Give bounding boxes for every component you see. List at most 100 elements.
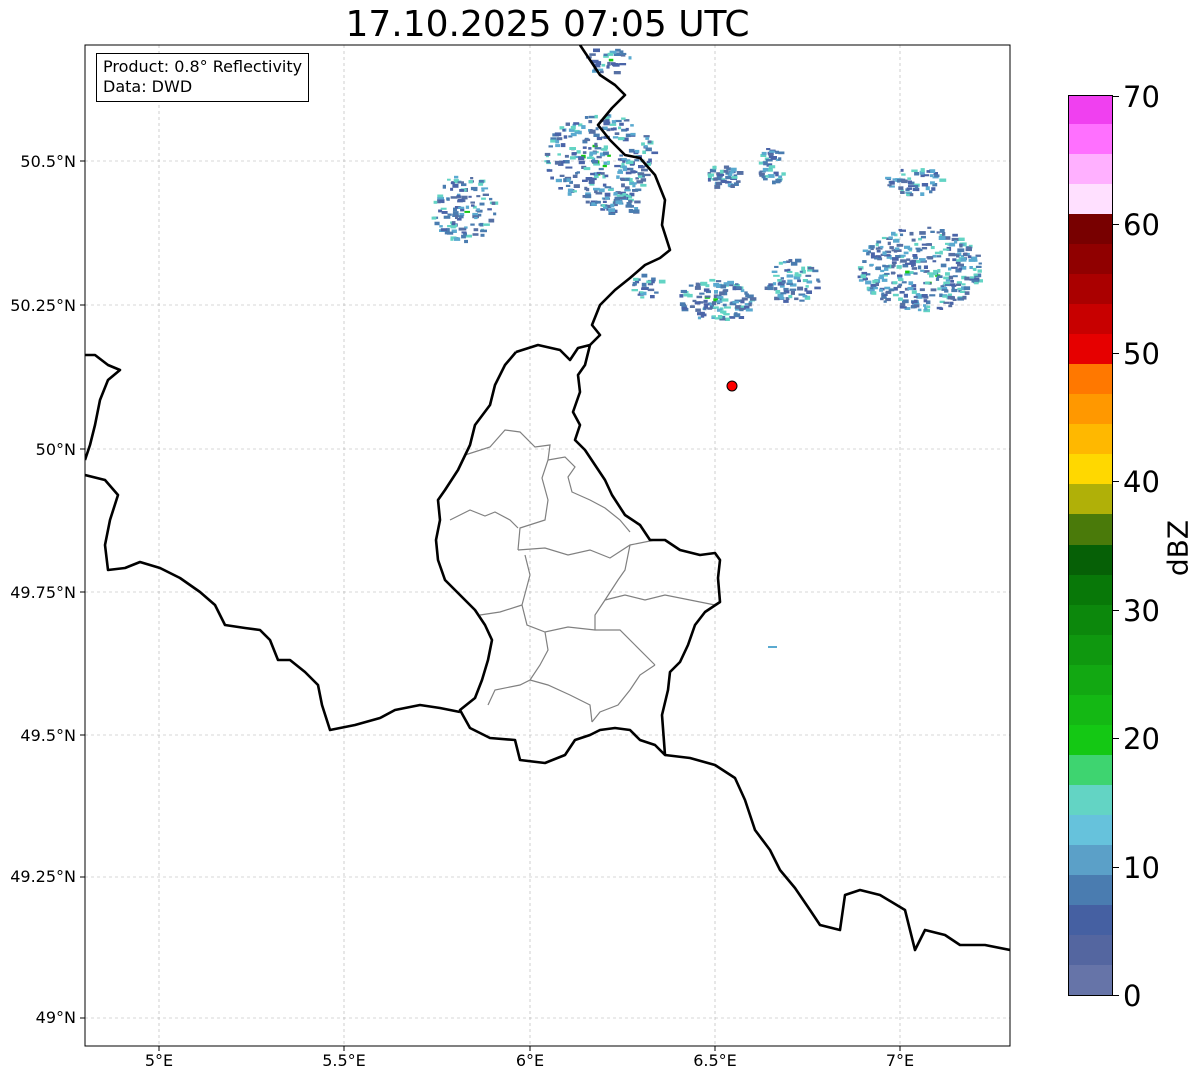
echo-cell [704,295,711,298]
echo-cell [699,292,705,295]
echo-cell [761,151,767,156]
echo-cell [629,178,633,182]
echo-cell [778,175,783,178]
echo-cell [630,132,636,136]
echo-cell [604,174,609,178]
info-box: Product: 0.8° Reflectivity Data: DWD [96,53,310,102]
echo-cell [470,177,474,180]
colorbar-segment [1069,96,1112,125]
echo-cell [612,136,619,139]
echo-cell [640,292,646,296]
echo-cell [748,302,752,307]
echo-cell [696,283,701,287]
echo-cell [876,249,881,253]
echo-cell [914,242,919,246]
echo-cell [941,288,948,291]
echo-cell [591,159,595,163]
echo-cell [923,265,928,269]
echo-cell [938,236,946,240]
echo-cell [603,121,611,126]
echo-cell [740,305,744,308]
echo-cell [919,288,925,292]
echo-cell [951,288,958,293]
echo-cell [546,169,553,172]
colorbar-segment [1069,483,1112,515]
colorbar-segment [1069,453,1112,485]
echo-cell [438,209,443,213]
echo-cell [565,184,571,187]
echo-cell [975,254,981,257]
echo-cell [926,305,931,309]
echo-cell [548,145,553,148]
echo-cell [558,187,563,190]
echo-cell [567,188,573,193]
lon-label-7: 7°E [885,1051,915,1070]
colorbar-segment [1069,964,1112,995]
echo-cell [591,129,596,134]
echo-cell [881,292,885,296]
echo-cell [658,279,666,284]
echo-cell [688,284,694,287]
colorbar-tick [1113,738,1119,739]
lon-label-6: 6°E [515,1051,545,1070]
echo-cell [627,160,634,164]
colorbar-segment [1069,814,1112,845]
echo-cell [593,163,601,166]
echo-cell [952,258,957,262]
echo-cell [483,223,490,226]
echo-cell [584,116,589,119]
echo-cell [926,170,931,173]
colorbar-segment [1069,513,1112,545]
echo-cell [900,306,907,309]
echo-cell [962,295,967,300]
echo-cell [478,182,484,186]
echo-cell [973,273,978,276]
echo-cell [609,123,617,126]
echo-cell [602,164,607,168]
echo-cell [875,247,880,250]
echo-cell [593,48,600,53]
colorbar-segment [1069,153,1112,185]
echo-cell [939,250,943,255]
echo-cell [601,204,606,207]
echo-cell [801,266,806,271]
echo-cell [733,313,741,318]
colorbar-label-30: 30 [1123,594,1160,628]
echo-cell [880,269,885,273]
echo-cell [768,283,774,286]
echo-cell [697,316,701,320]
echo-cell [641,282,647,287]
colorbar-tick [1113,353,1119,354]
echo-cell [956,283,962,286]
echo-cell [952,275,958,278]
echo-cell [610,127,615,131]
echo-cell [613,192,618,195]
echo-cell [641,168,648,172]
echo-cell [590,172,595,176]
echo-cell [476,195,481,198]
echo-cell [465,205,470,209]
colorbar-segment [1069,423,1112,455]
echo-cell [778,151,785,155]
echo-cell [899,291,905,294]
echo-cell [588,147,592,150]
echo-cell [642,150,646,154]
echo-cell [913,295,918,298]
echo-cell [778,261,783,265]
echo-cell [949,301,954,305]
echo-cell [796,273,802,277]
echo-cell [881,278,888,282]
echo-cell [951,284,957,287]
colorbar-label-20: 20 [1123,722,1160,756]
echo-cell [898,297,903,301]
echo-cell [716,300,723,303]
lon-label-6-5: 6.5°E [693,1051,737,1070]
echo-cell [722,303,727,307]
echo-cell [625,177,630,181]
echo-cell [582,146,587,149]
colorbar-segment [1069,273,1112,305]
echo-cell [628,56,632,60]
echo-cell [892,293,899,297]
echo-cell [447,213,452,216]
echo-cell [750,297,757,301]
